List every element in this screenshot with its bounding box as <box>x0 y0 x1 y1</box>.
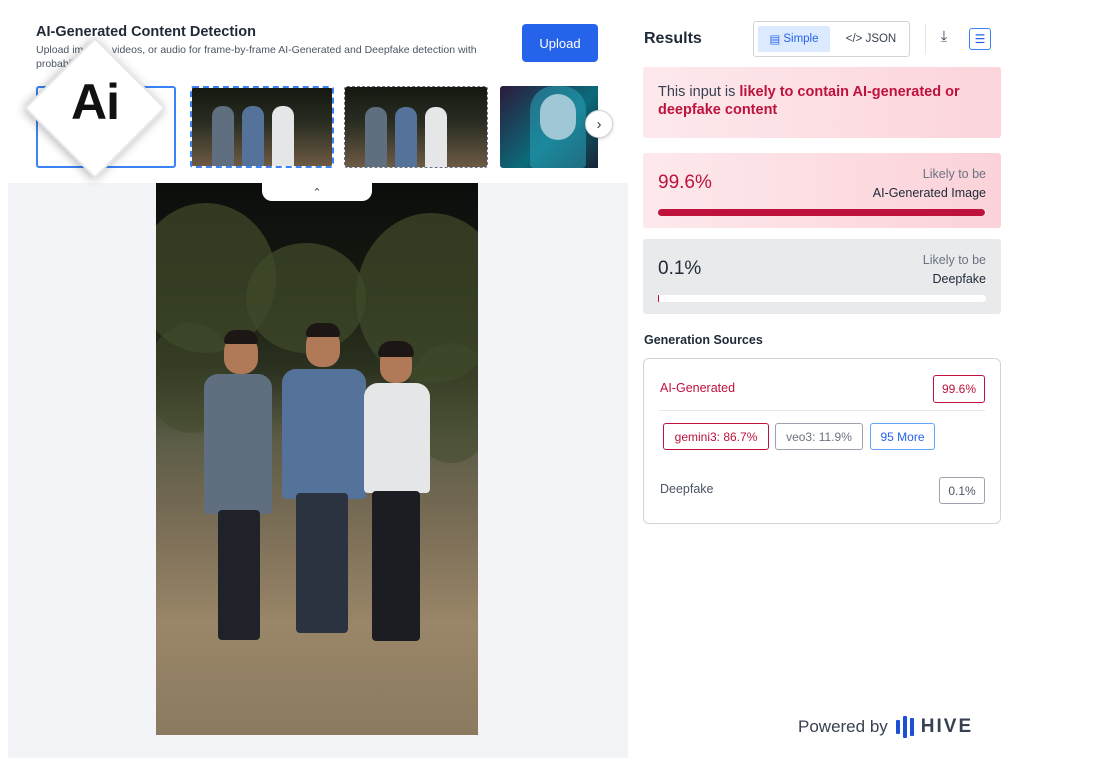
score-bar-fill <box>658 209 985 216</box>
person-left <box>194 328 284 668</box>
upload-button[interactable]: Upload <box>522 24 598 62</box>
hive-logo-bar <box>902 716 907 738</box>
powered-by-footer: Powered by HIVE <box>798 716 973 738</box>
source-chip-veo3: veo3: 11.9% <box>775 423 863 450</box>
toggle-json[interactable]: </> JSON <box>836 26 906 52</box>
toggle-json-label: </> JSON <box>845 33 897 45</box>
score-label: Likely to be AI-Generated Image <box>872 167 986 200</box>
hive-logo-bar <box>895 720 900 734</box>
toggle-simple[interactable]: ▤ Simple <box>758 26 830 52</box>
list-view-icon: ▤ <box>769 34 781 46</box>
more-sources-button[interactable]: 95 More <box>870 423 935 450</box>
view-toggle: ▤ Simple </> JSON <box>753 21 910 57</box>
score-card-deepfake: 0.1% Likely to be Deepfake <box>643 239 1001 314</box>
chevron-up-icon: ⌃ <box>312 186 322 199</box>
hive-brand-text: HIVE <box>920 716 974 737</box>
hive-logo-bar <box>909 718 914 736</box>
toolbar-divider <box>925 24 926 54</box>
source-chip-gemini3: gemini3: 86.7% <box>663 423 769 450</box>
person-right <box>358 341 438 661</box>
thumbnail-3[interactable] <box>344 86 488 168</box>
ai-logo-text: Ai <box>71 74 120 130</box>
download-icon[interactable]: ⤓ <box>934 28 954 50</box>
divider <box>659 410 985 411</box>
source-deepfake-label: Deepfake <box>660 482 714 496</box>
thumbnail-2[interactable] <box>190 86 334 168</box>
app-title: AI-Generated Content Detection <box>36 24 256 40</box>
results-title: Results <box>644 30 702 47</box>
media-viewer-pane: AI-Generated Content Detection Upload im… <box>8 0 628 758</box>
score-bar-track <box>658 295 986 302</box>
score-value: 99.6% <box>658 172 712 193</box>
hive-logo: HIVE <box>895 716 974 738</box>
score-label: Likely to be Deepfake <box>922 253 986 286</box>
chevron-right-icon[interactable]: › <box>585 110 613 138</box>
source-ai-badge: 99.6% <box>933 375 985 403</box>
sources-title: Generation Sources <box>644 333 763 347</box>
score-bar-track <box>658 209 986 216</box>
powered-by-text: Powered by <box>798 717 888 736</box>
thumbnail-4[interactable] <box>500 86 598 168</box>
source-deepfake-badge: 0.1% <box>939 477 985 504</box>
score-card-ai-generated: 99.6% Likely to be AI-Generated Image <box>643 153 1001 228</box>
collapse-tab[interactable]: ⌃ <box>262 183 372 201</box>
source-ai-label: AI-Generated <box>660 381 736 395</box>
main-preview-image <box>156 183 478 735</box>
toggle-simple-label: Simple <box>783 33 819 45</box>
layout-list-icon[interactable]: ☰ <box>969 28 991 50</box>
verdict-banner: This input is likely to contain AI-gener… <box>643 67 1001 138</box>
score-value: 0.1% <box>658 258 702 279</box>
generation-sources-card: AI-Generated 99.6% gemini3: 86.7% veo3: … <box>643 358 1001 524</box>
verdict-prefix: This input is <box>658 84 740 100</box>
